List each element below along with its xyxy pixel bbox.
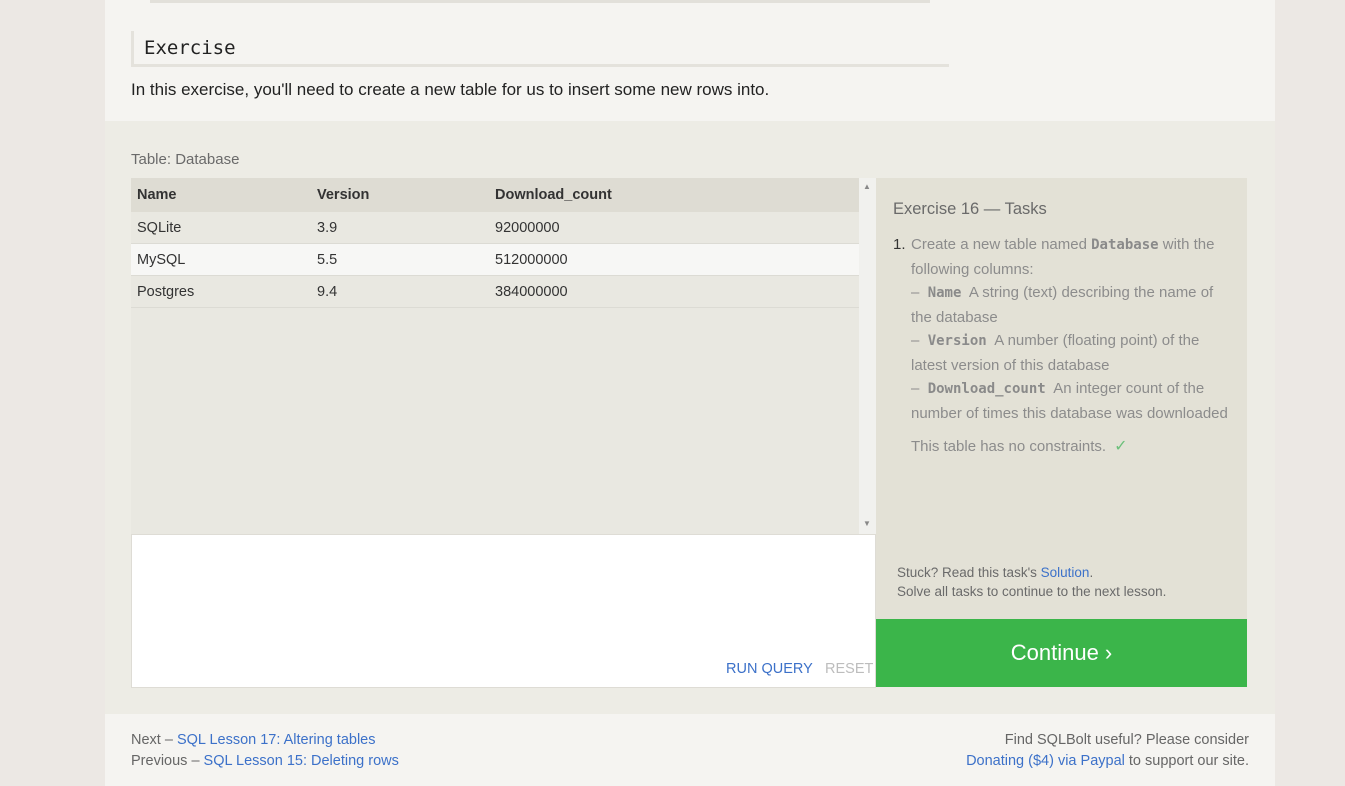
results-table-panel[interactable]: Name Version Download_count SQLite 3.9 9… — [131, 178, 859, 534]
top-divider — [150, 0, 930, 3]
table-row: MySQL 5.5 512000000 — [131, 243, 859, 276]
stuck-text: Stuck? Read this task's — [897, 565, 1041, 580]
task-code: Version — [927, 333, 987, 349]
previous-lesson-link[interactable]: SQL Lesson 15: Deleting rows — [204, 753, 399, 769]
next-prefix: Next – — [131, 732, 177, 748]
run-query-button[interactable]: RUN QUERY — [726, 661, 813, 677]
constraint-text: This table has no constraints. — [911, 438, 1107, 455]
task-code: Name — [927, 285, 962, 301]
stuck-text: . — [1089, 565, 1094, 580]
task-text: Create a new table named — [911, 236, 1092, 253]
results-scrollbar[interactable]: ▲ ▼ — [859, 178, 876, 534]
task-dash: – — [911, 332, 920, 349]
task-dash: – — [911, 380, 920, 397]
table-cell: 5.5 — [311, 243, 489, 276]
scroll-up-icon[interactable]: ▲ — [863, 182, 871, 192]
table-caption: Table: Database — [131, 151, 240, 168]
results-table: Name Version Download_count SQLite 3.9 9… — [131, 178, 859, 308]
table-cell: MySQL — [131, 243, 311, 276]
lesson-page: Exercise In this exercise, you'll need t… — [105, 0, 1275, 786]
donate-link[interactable]: Donating ($4) via Paypal — [966, 753, 1125, 769]
exercise-intro: In this exercise, you'll need to create … — [131, 80, 770, 99]
support-text: to support our site. — [1124, 753, 1249, 769]
prev-prefix: Previous – — [131, 753, 204, 769]
scroll-down-icon[interactable]: ▼ — [863, 519, 871, 529]
column-header: Download_count — [489, 178, 859, 212]
reset-button[interactable]: RESET — [825, 661, 873, 677]
column-header: Name — [131, 178, 311, 212]
table-cell: SQLite — [131, 212, 311, 244]
table-row: SQLite 3.9 92000000 — [131, 212, 859, 244]
table-header-row: Name Version Download_count — [131, 178, 859, 212]
task-item: Create a new table named Database with t… — [911, 233, 1238, 425]
task-code: Database — [1091, 237, 1159, 253]
solution-link[interactable]: Solution — [1041, 565, 1090, 580]
check-icon: ✓ — [1114, 438, 1128, 455]
tasks-panel: Exercise 16 — Tasks 1. Create a new tabl… — [876, 178, 1247, 619]
task-number: 1. — [893, 236, 906, 253]
constraint-note: This table has no constraints. ✓ — [911, 435, 1238, 459]
support-note: Find SQLBolt useful? Please consider Don… — [966, 730, 1249, 772]
exercise-area: Table: Database Name Version Download_co… — [105, 121, 1275, 714]
table-cell: 92000000 — [489, 212, 859, 244]
next-lesson-link[interactable]: SQL Lesson 17: Altering tables — [177, 732, 376, 748]
table-cell: 9.4 — [311, 275, 489, 308]
exercise-title: Exercise — [144, 37, 236, 59]
exercise-header: Exercise — [131, 31, 949, 67]
table-cell: 3.9 — [311, 212, 489, 244]
table-cell: 512000000 — [489, 243, 859, 276]
lesson-navigation: Next – SQL Lesson 17: Altering tables Pr… — [131, 730, 399, 772]
column-header: Version — [311, 178, 489, 212]
table-row: Postgres 9.4 384000000 — [131, 275, 859, 308]
support-text: Find SQLBolt useful? Please consider — [1004, 732, 1249, 748]
task-list: 1. Create a new table named Database wit… — [893, 233, 1238, 459]
task-dash: – — [911, 284, 920, 301]
continue-button[interactable]: Continue › — [876, 619, 1247, 687]
tasks-title: Exercise 16 — Tasks — [893, 200, 1047, 218]
task-code: Download_count — [927, 381, 1046, 397]
table-cell: 384000000 — [489, 275, 859, 308]
solve-all-text: Solve all tasks to continue to the next … — [897, 584, 1167, 599]
table-cell: Postgres — [131, 275, 311, 308]
stuck-help: Stuck? Read this task's Solution. Solve … — [897, 563, 1166, 601]
sql-editor[interactable]: RUN QUERY RESET — [131, 534, 876, 688]
